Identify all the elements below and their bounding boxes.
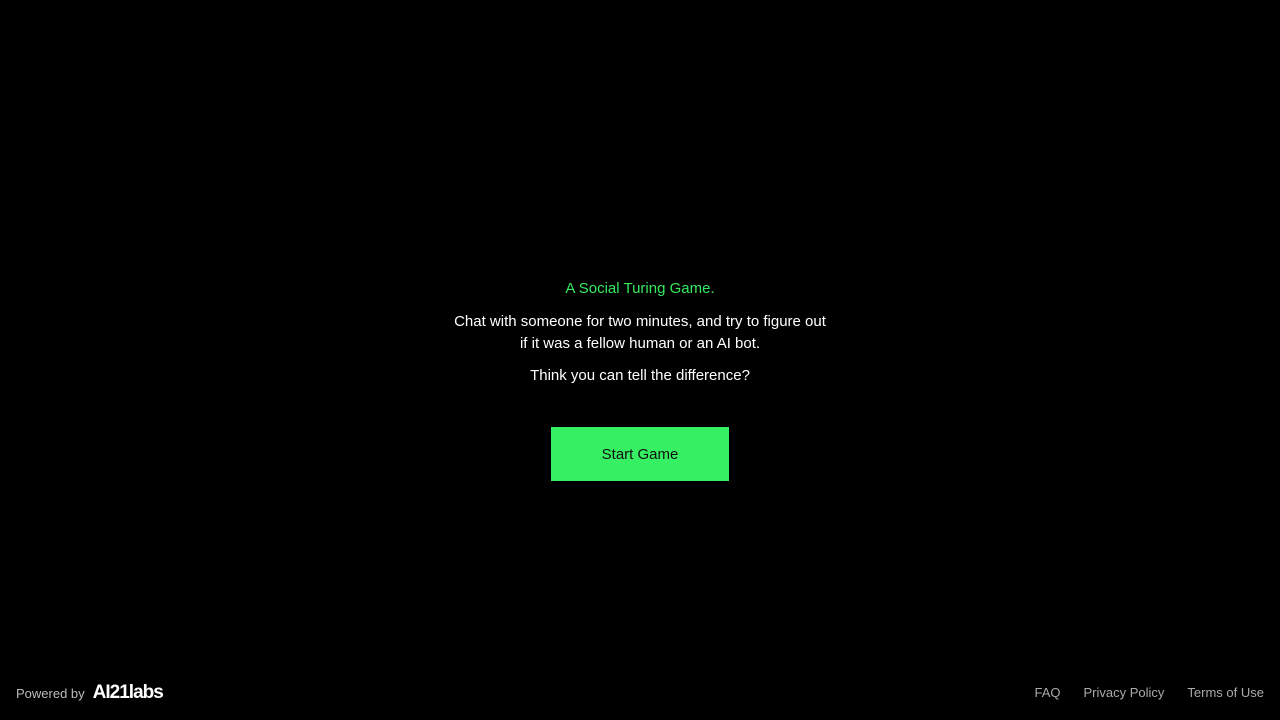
footer-links: FAQ Privacy Policy Terms of Use — [1034, 685, 1264, 700]
faq-link[interactable]: FAQ — [1034, 685, 1060, 700]
tagline: A Social Turing Game. — [565, 280, 715, 297]
privacy-policy-link[interactable]: Privacy Policy — [1084, 685, 1165, 700]
description: Chat with someone for two minutes, and t… — [454, 313, 826, 352]
powered-by-label: Powered by — [16, 685, 85, 701]
powered-by: Powered by AI21labs — [16, 682, 164, 704]
terms-of-use-link[interactable]: Terms of Use — [1187, 685, 1264, 700]
ai21labs-logo[interactable]: AI21labs — [93, 682, 164, 704]
intro-section: A Social Turing Game. Chat with someone … — [0, 279, 1280, 386]
start-game-button[interactable]: Start Game — [551, 427, 729, 481]
question: Think you can tell the difference? — [530, 367, 750, 384]
